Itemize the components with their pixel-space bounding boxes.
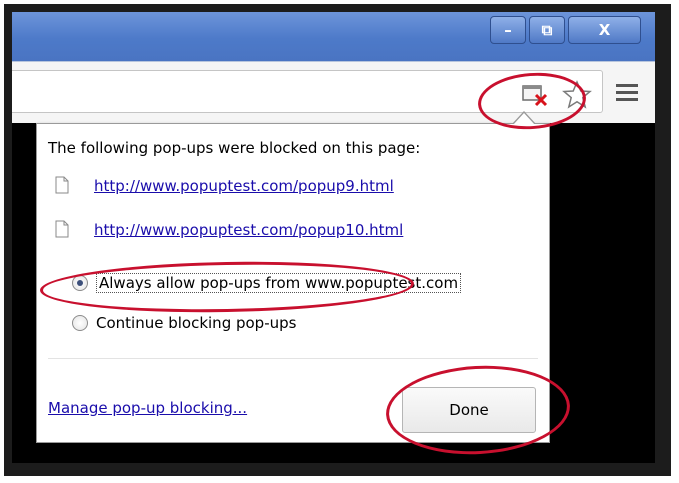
menu-icon[interactable] <box>616 84 638 102</box>
allow-popups-label: Always allow pop-ups from www.popuptest.… <box>96 273 462 293</box>
address-bar[interactable] <box>12 70 603 113</box>
blocked-popup-link[interactable]: http://www.popuptest.com/popup9.html <box>94 177 394 195</box>
continue-blocking-label: Continue blocking pop-ups <box>96 314 297 332</box>
allow-popups-option[interactable]: Always allow pop-ups from www.popuptest.… <box>72 273 462 293</box>
radio-button-checked[interactable] <box>72 275 88 291</box>
manage-popup-blocking-link[interactable]: Manage pop-up blocking... <box>48 399 247 417</box>
close-button[interactable]: X <box>568 16 641 44</box>
done-button[interactable]: Done <box>402 387 536 433</box>
file-icon <box>55 176 69 194</box>
continue-blocking-option[interactable]: Continue blocking pop-ups <box>72 314 296 332</box>
popup-blocked-icon[interactable] <box>522 84 552 108</box>
bubble-divider <box>48 358 538 359</box>
title-bar: – ⧉ X <box>12 12 655 61</box>
radio-button[interactable] <box>72 315 88 331</box>
bubble-heading: The following pop-ups were blocked on th… <box>48 139 421 157</box>
maximize-button[interactable]: ⧉ <box>529 16 565 44</box>
blocked-popup-link[interactable]: http://www.popuptest.com/popup10.html <box>94 221 403 239</box>
minimize-button[interactable]: – <box>490 16 526 44</box>
bubble-arrow <box>513 113 535 125</box>
browser-toolbar <box>12 61 655 124</box>
bookmark-star-icon[interactable] <box>562 80 592 110</box>
file-icon <box>55 220 69 238</box>
